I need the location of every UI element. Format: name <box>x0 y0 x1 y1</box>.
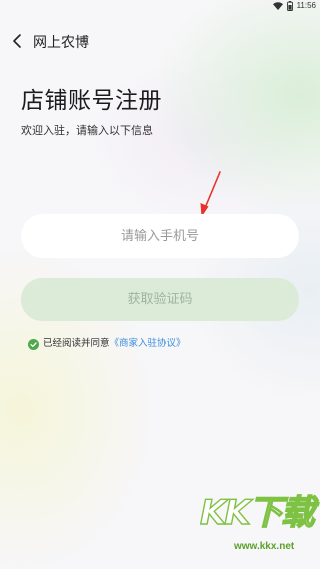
phone-input[interactable] <box>21 214 299 258</box>
chevron-left-icon <box>11 33 23 53</box>
app-header: 网上农博 <box>0 28 320 58</box>
watermark-logo: KK下载 <box>199 492 315 533</box>
watermark: KK下载 www.kkx.net <box>199 492 316 565</box>
battery-icon <box>286 1 293 11</box>
wifi-icon <box>272 2 283 10</box>
check-icon <box>28 338 39 350</box>
status-icons: 11:56 <box>272 1 316 11</box>
watermark-url: www.kkx.net <box>234 541 295 552</box>
agreement-text: 已经阅读并同意 <box>43 338 110 349</box>
agree-checkbox[interactable] <box>28 338 43 350</box>
back-button[interactable] <box>6 32 28 54</box>
agreement-row: 已经阅读并同意 《商家入驻协议》 <box>28 337 186 351</box>
page-subtitle: 欢迎入驻，请输入以下信息 <box>21 124 153 137</box>
status-bar: 11:56 <box>0 0 320 12</box>
header-title: 网上农博 <box>33 35 89 51</box>
status-time: 11:56 <box>296 1 316 10</box>
get-code-button[interactable]: 获取验证码 <box>21 278 299 321</box>
page-title: 店铺账号注册 <box>21 88 162 114</box>
register-screen: 11:56 网上农博 店铺账号注册 欢迎入驻，请输入以下信息 获取验证码 已经阅… <box>0 0 320 569</box>
agreement-link[interactable]: 《商家入驻协议》 <box>110 337 186 351</box>
